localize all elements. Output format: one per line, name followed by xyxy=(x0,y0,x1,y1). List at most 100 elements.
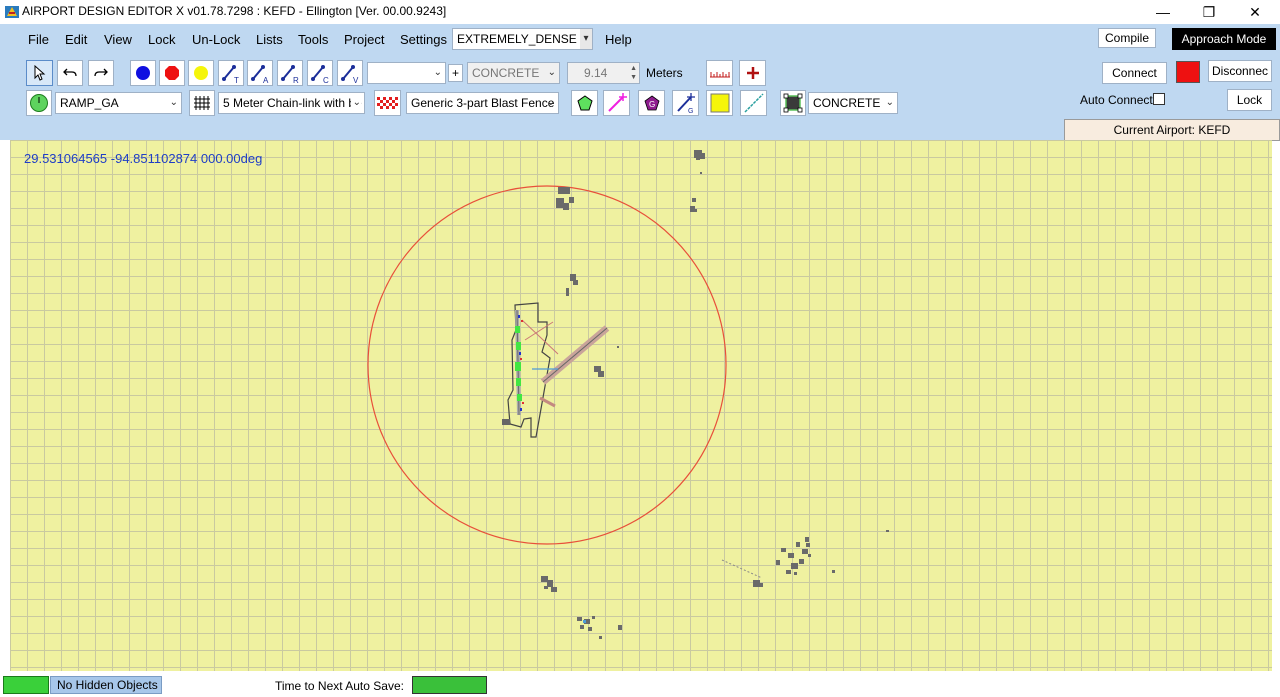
undo-icon xyxy=(63,68,77,77)
select-tool-button[interactable] xyxy=(26,60,53,86)
width-select[interactable]: ⌄ xyxy=(367,62,446,84)
airport-layout[interactable] xyxy=(502,302,610,438)
menu-edit[interactable]: Edit xyxy=(65,32,87,48)
surface-select[interactable]: CONCRETE ⌄ xyxy=(467,62,560,84)
svg-text:C: C xyxy=(323,76,329,84)
gate-polygon-tool-button[interactable]: G xyxy=(638,90,665,116)
red-light-button[interactable] xyxy=(159,60,185,86)
restore-button[interactable]: ❐ xyxy=(1186,0,1232,24)
menu-tools[interactable]: Tools xyxy=(298,32,328,48)
chevron-down-icon: ⌄ xyxy=(433,67,442,78)
curve-node-button[interactable]: C xyxy=(307,60,333,86)
menu-lock[interactable]: Lock xyxy=(148,32,175,48)
compile-button[interactable]: Compile xyxy=(1098,28,1156,48)
redo-button[interactable] xyxy=(88,60,114,86)
magenta-line-tool-button[interactable] xyxy=(603,90,630,116)
surface-value: CONCRETE xyxy=(472,66,540,80)
red-octagon-icon xyxy=(165,66,179,80)
ground-line-g-icon: G xyxy=(676,93,695,114)
polygon-tool-button[interactable] xyxy=(571,90,598,116)
menu-lists[interactable]: Lists xyxy=(256,32,283,48)
add-point-button[interactable] xyxy=(739,60,766,86)
window-title: AIRPORT DESIGN EDITOR X v01.78.7298 : KE… xyxy=(22,4,447,18)
fence-tool-button[interactable] xyxy=(189,90,215,116)
ramp-start-button[interactable] xyxy=(26,90,52,116)
map-canvas[interactable]: 29.531064565 -94.851102874 000.00deg xyxy=(10,140,1272,671)
density-value: EXTREMELY_DENSE xyxy=(457,32,577,46)
add-width-button[interactable]: + xyxy=(448,64,463,82)
close-button[interactable]: ✕ xyxy=(1232,0,1278,24)
lock-button[interactable]: Lock xyxy=(1227,89,1272,111)
green-pentagon-icon xyxy=(576,95,593,111)
runway-node-button[interactable]: R xyxy=(277,60,303,86)
dashed-line-tool-button[interactable] xyxy=(740,90,767,116)
yellow-circle-icon xyxy=(194,66,208,80)
pavement-surface-value: CONCRETE xyxy=(813,96,881,110)
menu-project[interactable]: Project xyxy=(344,32,384,48)
plus-icon xyxy=(746,67,759,79)
yellow-light-button[interactable] xyxy=(188,60,214,86)
ruler-icon xyxy=(709,72,730,78)
node-line-icon: C xyxy=(311,65,329,84)
fence-type-value: 5 Meter Chain-link with be xyxy=(223,96,362,110)
auto-connect-checkbox[interactable] xyxy=(1153,93,1165,105)
minimize-button[interactable]: — xyxy=(1140,0,1186,24)
svg-text:A: A xyxy=(263,76,269,84)
apron-node-button[interactable]: A xyxy=(247,60,273,86)
svg-text:G: G xyxy=(649,100,655,109)
blast-fence-type-select[interactable]: Generic 3-part Blast Fence ⌄ xyxy=(406,92,559,114)
menu-settings[interactable]: Settings xyxy=(400,32,447,48)
object-clusters xyxy=(541,150,889,639)
svg-text:G: G xyxy=(688,108,693,114)
map-overlay xyxy=(367,150,889,639)
teal-dashed-line-icon xyxy=(743,93,764,113)
fence-grid-icon xyxy=(194,96,210,110)
approach-mode-button[interactable]: Approach Mode xyxy=(1172,28,1276,50)
blast-fence-tool-button[interactable] xyxy=(374,90,401,116)
status-bar xyxy=(0,672,1280,697)
auto-connect-label: Auto Connect xyxy=(1080,93,1153,107)
measure-button[interactable] xyxy=(706,60,733,86)
fence-type-select[interactable]: 5 Meter Chain-link with be ⌄ xyxy=(218,92,365,114)
purple-pentagon-g-icon: G xyxy=(644,95,659,111)
menu-help[interactable]: Help xyxy=(605,32,632,48)
menu-unlock[interactable]: Un-Lock xyxy=(192,32,240,48)
checker-pattern-icon xyxy=(376,97,399,109)
hidden-objects-label[interactable]: No Hidden Objects xyxy=(50,676,162,694)
svg-text:R: R xyxy=(293,76,299,84)
spin-arrows-icon[interactable]: ▲ ▼ xyxy=(630,64,637,82)
connect-button[interactable]: Connect xyxy=(1102,62,1167,84)
range-circle xyxy=(367,185,727,545)
taxiway-node-button[interactable]: T xyxy=(218,60,244,86)
node-line-icon: R xyxy=(281,65,299,84)
chevron-down-icon: ⌄ xyxy=(547,67,556,78)
blue-marker xyxy=(583,620,586,623)
size-units: Meters xyxy=(646,66,683,80)
hidden-objects-indicator xyxy=(3,676,49,694)
redo-icon xyxy=(94,68,108,77)
current-airport-label: Current Airport: KEFD xyxy=(1064,119,1280,141)
chevron-down-icon: ⌄ xyxy=(546,97,555,108)
yellow-square-icon xyxy=(710,93,729,113)
ground-line-tool-button[interactable]: G xyxy=(672,90,699,116)
connection-status-indicator xyxy=(1176,61,1200,83)
blue-light-button[interactable] xyxy=(130,60,156,86)
dashed-path xyxy=(721,559,763,579)
pavement-surface-select[interactable]: CONCRETE ⌄ xyxy=(808,92,898,114)
disconnect-button[interactable]: Disconnec xyxy=(1208,60,1272,82)
size-stepper[interactable]: 9.14 ▲ ▼ xyxy=(567,62,640,84)
menu-view[interactable]: View xyxy=(104,32,132,48)
svg-text:V: V xyxy=(353,76,359,84)
density-select[interactable]: EXTREMELY_DENSE ▾ xyxy=(452,28,593,50)
ramp-type-select[interactable]: RAMP_GA ⌄ xyxy=(55,92,182,114)
yellow-area-tool-button[interactable] xyxy=(706,90,733,116)
vehicle-node-button[interactable]: V xyxy=(337,60,363,86)
cursor-arrow-icon xyxy=(34,65,45,81)
clock-icon xyxy=(30,94,48,112)
svg-text:T: T xyxy=(234,76,239,84)
chevron-down-icon: ⌄ xyxy=(885,97,894,108)
pavement-tool-button[interactable] xyxy=(780,90,806,116)
chevron-down-icon: ⌄ xyxy=(169,97,178,108)
undo-button[interactable] xyxy=(57,60,83,86)
menu-file[interactable]: File xyxy=(28,32,49,48)
